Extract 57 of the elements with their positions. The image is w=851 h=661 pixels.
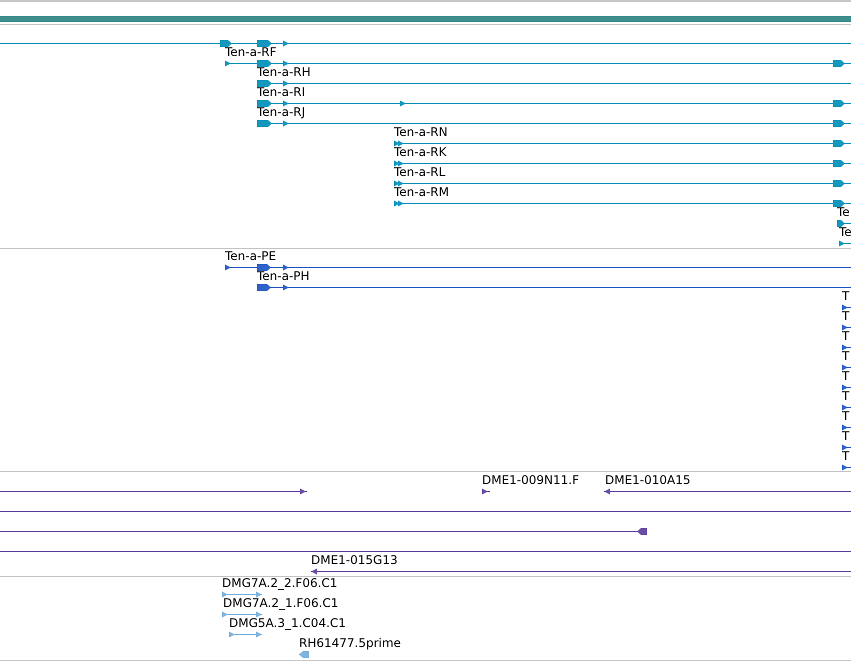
feature-label: Ten-a-RH	[257, 65, 311, 79]
feature-label: Ten-a-PH	[257, 269, 310, 283]
feature-label: DMG5A.3_1.C04.C1	[229, 616, 346, 630]
feature-label: T	[842, 349, 850, 363]
feature-label: Ten-a-RN	[394, 125, 448, 139]
feature-label: T	[842, 329, 850, 343]
gene-feature[interactable]	[257, 80, 851, 87]
gene-feature[interactable]	[842, 304, 851, 310]
gene-feature[interactable]	[842, 384, 851, 390]
feature-label: Ten-a-RJ	[257, 105, 306, 119]
gene-feature[interactable]	[0, 40, 851, 47]
feature-label: Ten-a-RM	[394, 185, 449, 199]
gene-feature[interactable]	[394, 140, 851, 147]
track-line[interactable]	[0, 551, 851, 552]
feature-label: T	[842, 389, 850, 403]
feature-label: Ten-a-RL	[394, 165, 446, 179]
gene-feature[interactable]	[842, 344, 851, 350]
feature-label: DMG7A.2_2.F06.C1	[222, 576, 338, 590]
feature-label: Ten-a-RK	[394, 145, 446, 159]
gene-feature[interactable]	[225, 60, 851, 67]
feature-label: Ten-a-RF	[225, 45, 277, 59]
gene-feature[interactable]	[842, 464, 851, 470]
feature-label: T	[842, 309, 850, 323]
gene-feature[interactable]	[394, 160, 851, 167]
gene-feature[interactable]	[394, 200, 851, 207]
gene-feature[interactable]	[604, 488, 851, 494]
gene-feature[interactable]	[257, 284, 851, 291]
gene-feature[interactable]	[482, 488, 490, 494]
feature-label: Ten-a-RI	[257, 85, 306, 99]
gene-feature[interactable]	[0, 528, 647, 535]
feature-label: T	[842, 429, 850, 443]
gene-feature[interactable]	[842, 444, 851, 450]
feature-label: Ten-a-PE	[225, 249, 276, 263]
feature-label: Te	[839, 225, 851, 239]
feature-label: T	[842, 409, 850, 423]
feature-label: T	[842, 289, 850, 303]
gene-feature[interactable]	[842, 424, 851, 430]
gene-feature[interactable]	[394, 180, 851, 187]
gene-feature[interactable]	[257, 120, 851, 127]
gene-feature[interactable]	[842, 364, 851, 370]
feature-label: DMG7A.2_1.F06.C1	[223, 596, 338, 610]
gene-feature[interactable]	[311, 568, 851, 574]
feature-label: DME1-010A15	[605, 473, 691, 487]
feature-label: Te	[837, 205, 850, 219]
gene-feature[interactable]	[837, 220, 851, 227]
gene-feature[interactable]	[842, 324, 851, 330]
feature-label: T	[842, 369, 850, 383]
feature-label: DME1-009N11.F	[482, 473, 580, 487]
gene-feature[interactable]	[842, 404, 851, 410]
feature-label: RH61477.5prime	[299, 636, 401, 650]
gene-feature[interactable]	[839, 240, 851, 246]
gene-feature[interactable]	[0, 488, 307, 494]
feature-label: DME1-015G13	[311, 553, 398, 567]
track-line[interactable]	[0, 511, 851, 512]
gene-feature[interactable]	[225, 264, 851, 271]
feature-label: T	[842, 449, 850, 463]
gene-feature[interactable]	[257, 100, 851, 107]
